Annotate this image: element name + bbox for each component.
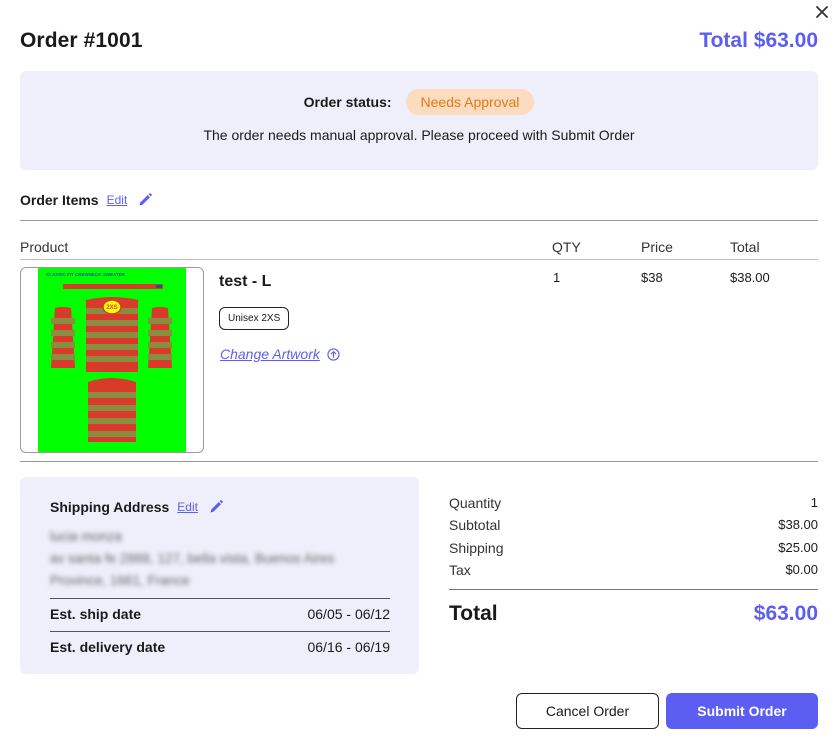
- summary-total-label: Total: [449, 602, 498, 625]
- item-name: test - L: [219, 273, 272, 290]
- divider: [20, 220, 818, 221]
- address-street: av santa fe 2888, 127, bella vista, Buen…: [50, 551, 335, 566]
- product-thumbnail: CLASSIC FIT CREWNECK SWEATER 2XS: [20, 267, 204, 453]
- summary-quantity-label: Quantity: [449, 495, 502, 511]
- edit-shipping-link[interactable]: Edit: [177, 500, 198, 514]
- summary-total-value: $63.00: [753, 602, 818, 625]
- divider: [20, 461, 818, 462]
- est-ship-date-row: Est. ship date 06/05 - 06/12: [50, 606, 390, 622]
- divider: [20, 259, 818, 260]
- order-items-header: Order Items Edit: [20, 192, 153, 208]
- header-total: Total $63.00: [699, 29, 818, 52]
- artwork-size-label: 2XS: [106, 305, 117, 311]
- column-header-price: Price: [641, 239, 673, 255]
- summary-subtotal-value: $38.00: [778, 517, 818, 532]
- summary-shipping-label: Shipping: [449, 540, 504, 556]
- order-status-panel: Order status: Needs Approval The order n…: [20, 71, 818, 170]
- summary-subtotal-row: Subtotal $38.00: [449, 517, 818, 533]
- column-header-product: Product: [20, 239, 69, 255]
- summary-shipping-row: Shipping $25.00: [449, 540, 818, 556]
- column-header-total: Total: [730, 239, 760, 255]
- change-artwork-link[interactable]: Change Artwork: [220, 346, 340, 362]
- summary-subtotal-label: Subtotal: [449, 517, 501, 533]
- item-qty: 1: [553, 270, 561, 285]
- address-name: lucia monza: [50, 529, 123, 544]
- shipping-panel: Shipping Address Edit lucia monza av san…: [20, 477, 419, 674]
- divider: [50, 598, 390, 599]
- est-delivery-date-row: Est. delivery date 06/16 - 06/19: [50, 639, 390, 655]
- size-chip: Unisex 2XS: [219, 307, 290, 330]
- pencil-icon[interactable]: [208, 499, 224, 515]
- summary-tax-label: Tax: [449, 562, 471, 578]
- item-total: $38.00: [730, 270, 770, 285]
- address-region: Province, 1661, France: [50, 573, 190, 588]
- order-items-title: Order Items: [20, 192, 99, 208]
- divider: [50, 631, 390, 632]
- summary-quantity-row: Quantity 1: [449, 495, 818, 511]
- summary-tax-value: $0.00: [785, 562, 818, 577]
- shipping-title: Shipping Address: [50, 499, 170, 515]
- upload-arrow-icon[interactable]: [327, 347, 340, 361]
- est-ship-date-label: Est. ship date: [50, 606, 142, 622]
- summary-tax-row: Tax $0.00: [449, 562, 818, 578]
- status-message: The order needs manual approval. Please …: [203, 127, 635, 143]
- item-price: $38: [641, 270, 663, 285]
- cancel-order-button[interactable]: Cancel Order: [516, 693, 659, 729]
- pencil-icon[interactable]: [137, 192, 153, 208]
- submit-order-button[interactable]: Submit Order: [666, 693, 818, 729]
- summary-total-row: Total $63.00: [449, 602, 818, 626]
- change-artwork-label[interactable]: Change Artwork: [220, 346, 320, 362]
- est-delivery-date-label: Est. delivery date: [50, 639, 166, 655]
- edit-items-link[interactable]: Edit: [107, 193, 128, 207]
- summary-quantity-value: 1: [810, 495, 818, 510]
- status-badge: Needs Approval: [405, 89, 535, 115]
- divider: [449, 589, 818, 590]
- order-status-label: Order status:: [303, 94, 392, 110]
- est-ship-date-value: 06/05 - 06/12: [307, 606, 390, 622]
- order-title: Order #1001: [20, 29, 143, 52]
- est-delivery-date-value: 06/16 - 06/19: [307, 639, 390, 655]
- summary-shipping-value: $25.00: [778, 540, 818, 555]
- sweater-artwork: CLASSIC FIT CREWNECK SWEATER 2XS: [38, 268, 186, 452]
- close-icon[interactable]: [812, 2, 832, 22]
- shipping-header: Shipping Address Edit: [50, 499, 224, 515]
- column-header-qty: QTY: [552, 239, 581, 255]
- artwork-title: CLASSIC FIT CREWNECK SWEATER: [46, 272, 126, 277]
